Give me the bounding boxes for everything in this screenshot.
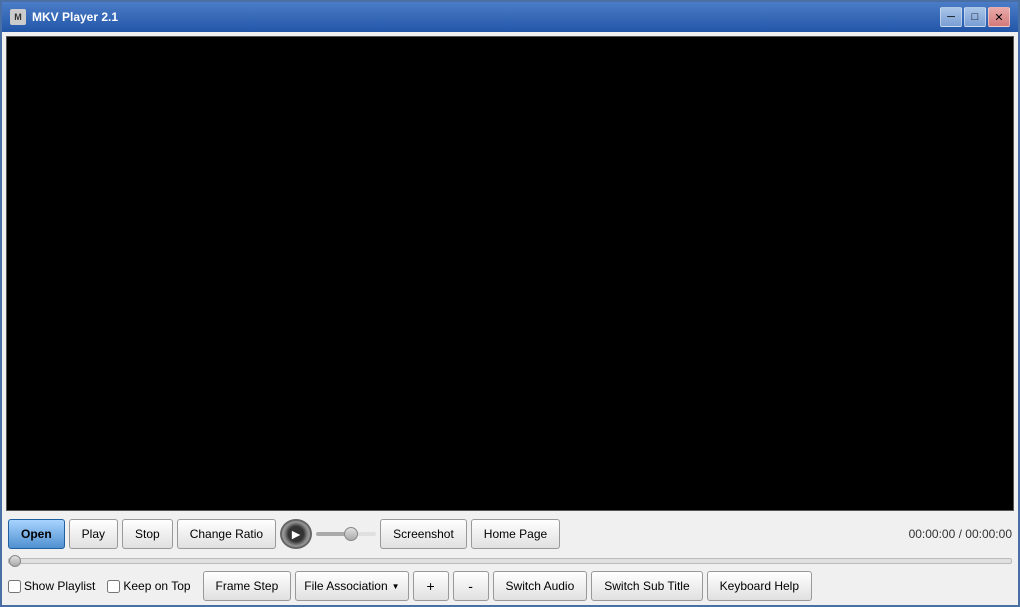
minimize-button[interactable]: ─: [940, 7, 962, 27]
show-playlist-checkbox-label[interactable]: Show Playlist: [8, 579, 95, 593]
controls-row-3: Show Playlist Keep on Top Frame Step Fil…: [8, 571, 1012, 601]
open-button[interactable]: Open: [8, 519, 65, 549]
seek-bar-container: [8, 553, 1012, 567]
seek-bar[interactable]: [8, 558, 1012, 564]
controls-row-2: [8, 553, 1012, 567]
volume-icon[interactable]: ►: [280, 519, 312, 549]
close-button[interactable]: ✕: [988, 7, 1010, 27]
switch-audio-button[interactable]: Switch Audio: [493, 571, 588, 601]
title-bar-left: M MKV Player 2.1: [10, 9, 118, 25]
keep-on-top-checkbox[interactable]: [107, 580, 120, 593]
controls-area: Open Play Stop Change Ratio ► Screenshot…: [2, 515, 1018, 605]
screenshot-button[interactable]: Screenshot: [380, 519, 467, 549]
main-window: M MKV Player 2.1 ─ □ ✕ Open Play Stop Ch…: [0, 0, 1020, 607]
keyboard-help-button[interactable]: Keyboard Help: [707, 571, 812, 601]
stop-button[interactable]: Stop: [122, 519, 173, 549]
controls-row-1: Open Play Stop Change Ratio ► Screenshot…: [8, 519, 1012, 549]
show-playlist-checkbox[interactable]: [8, 580, 21, 593]
window-title: MKV Player 2.1: [32, 10, 118, 24]
title-bar: M MKV Player 2.1 ─ □ ✕: [2, 2, 1018, 32]
plus-button[interactable]: +: [413, 571, 449, 601]
dropdown-arrow-icon: ▼: [392, 582, 400, 591]
frame-step-button[interactable]: Frame Step: [203, 571, 292, 601]
switch-subtitle-button[interactable]: Switch Sub Title: [591, 571, 702, 601]
app-icon: M: [10, 9, 26, 25]
keep-on-top-checkbox-label[interactable]: Keep on Top: [107, 579, 190, 593]
volume-slider[interactable]: [316, 532, 376, 536]
video-display: [6, 36, 1014, 511]
change-ratio-button[interactable]: Change Ratio: [177, 519, 276, 549]
maximize-button[interactable]: □: [964, 7, 986, 27]
play-button[interactable]: Play: [69, 519, 118, 549]
show-playlist-label: Show Playlist: [24, 579, 95, 593]
file-association-dropdown[interactable]: File Association ▼: [295, 571, 408, 601]
file-association-label: File Association: [304, 579, 387, 593]
keep-on-top-label: Keep on Top: [123, 579, 190, 593]
home-page-button[interactable]: Home Page: [471, 519, 560, 549]
time-display: 00:00:00 / 00:00:00: [909, 527, 1012, 541]
title-bar-controls: ─ □ ✕: [940, 7, 1010, 27]
volume-slider-container: [316, 532, 376, 536]
speaker-icon: ►: [289, 526, 303, 542]
minus-button[interactable]: -: [453, 571, 489, 601]
